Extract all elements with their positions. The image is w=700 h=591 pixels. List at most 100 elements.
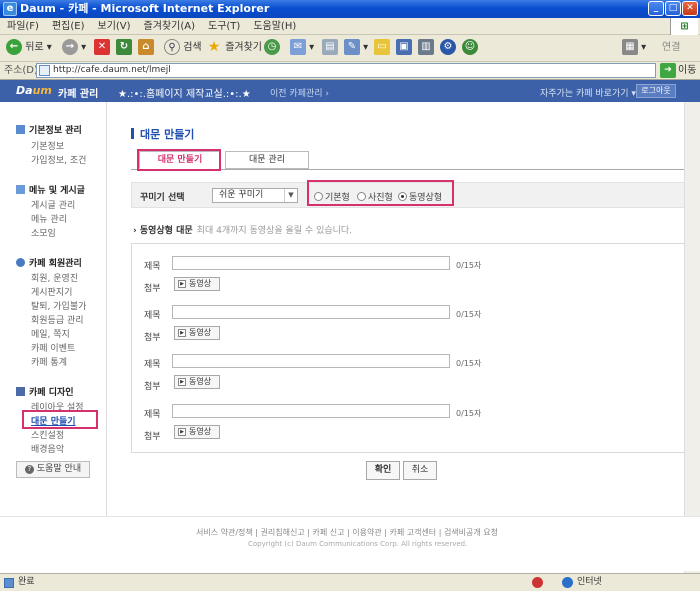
title-input-2[interactable] [172,305,450,319]
sidebar-section-members[interactable]: 카페 회원관리 [16,256,82,269]
menu-view[interactable]: 보기(V) [91,18,137,35]
video-button-4[interactable]: ▶ 동영상 [174,425,220,439]
daum-logo[interactable]: Daum [16,84,52,97]
sidebar-item-event[interactable]: 카페 이벤트 [31,341,75,354]
zone-label: 인터넷 [577,577,602,587]
play-icon: ▶ [178,378,186,386]
home-button[interactable]: ⌂ [138,39,154,59]
print-button[interactable]: ▤ [322,39,338,59]
gear-icon: ⚙ [440,39,456,55]
sidebar-item-stats[interactable]: 카페 통계 [31,355,67,368]
cafe-name[interactable]: ★.:•:.홈페이지 제작교실.:•:.★ [118,85,251,100]
edit-icon: ✎ [344,39,360,55]
cancel-button[interactable]: 취소 [403,461,437,480]
cafe-mgmt-title[interactable]: 카페 관리 [58,85,98,100]
char-count-3: 0/15자 [456,359,482,368]
people-icon: ☺ [462,39,478,55]
ok-button[interactable]: 확인 [366,461,400,480]
tab-manage-front[interactable]: 대문 관리 [225,151,309,169]
menu-file[interactable]: 파일(F) [0,18,45,35]
forward-button[interactable]: → ▾ [62,39,86,59]
forward-arrow-icon: → [62,39,78,55]
status-bar: 완료 인터넷 [0,573,700,591]
menu-tools[interactable]: 도구(T) [201,18,246,35]
toolbar: ← 뒤로 ▾ → ▾ ✕ ↻ ⌂ ⚲ 검색 ★ 즐겨찾기 ◷ ✉ ▾ ▤ ✎ ▾… [0,35,700,62]
title-input-3[interactable] [172,354,450,368]
print-icon: ▤ [322,39,338,55]
prev-mgmt-link[interactable]: 이전 카페관리 › [270,86,329,99]
star-icon: ★ [206,39,222,55]
members-icon [16,258,25,267]
help-icon: ? [24,465,34,474]
address-bar: 주소(D) http://cafe.daum.net/lmejl ➔ 이동 [0,62,700,80]
refresh-button[interactable]: ↻ [116,39,132,59]
popup-blocked-icon [532,577,543,588]
search-button[interactable]: ⚲ 검색 [164,39,202,59]
menu-help[interactable]: 도움말(H) [246,18,302,35]
menu-icon [16,185,25,194]
sidebar-section-design[interactable]: 카페 디자인 [16,385,74,398]
sidebar-item-subgroup[interactable]: 소모임 [31,226,56,239]
sidebar-section-basic[interactable]: 기본정보 관리 [16,123,82,136]
video-button-3[interactable]: ▶ 동영상 [174,375,220,389]
maximize-button[interactable]: □ [665,1,681,16]
sidebar-item-basic-info[interactable]: 기본정보 [31,139,64,152]
sidebar-item-withdraw[interactable]: 탈퇴, 가입불가 [31,299,86,312]
history-button[interactable]: ◷ [264,39,280,59]
stop-button[interactable]: ✕ [94,39,110,59]
back-button[interactable]: ← 뒤로 ▾ [6,39,52,59]
back-arrow-icon: ← [6,39,22,55]
footer-links[interactable]: 서비스 약관/정책 | 권리침해신고 | 카페 신고 | 이용약관 | 카페 고… [196,527,498,538]
highlight-radios [307,180,454,206]
settings-button[interactable]: ⚙ [440,39,456,59]
char-count-4: 0/15자 [456,409,482,418]
video-button-1[interactable]: ▶ 동영상 [174,277,220,291]
menu-favorites[interactable]: 즐겨찾기(A) [137,18,201,35]
page-title: 대문 만들기 [131,126,194,142]
refresh-icon: ↻ [116,39,132,55]
notes-button[interactable]: ▭ [374,39,390,59]
help-button[interactable]: ? 도움말 안내 [16,461,90,478]
video-button-2[interactable]: ▶ 동영상 [174,326,220,340]
close-button[interactable]: ✕ [682,1,698,16]
attach-label-2: 첨부 [144,333,161,343]
favorite-cafes-dropdown[interactable]: 자주가는 카페 바로가기 ▾ [540,86,636,99]
ie-icon: e [3,2,17,16]
vertical-scrollbar[interactable] [684,102,700,573]
copyright: Copyright (c) Daum Communications Corp. … [248,540,468,548]
sidebar-item-skin[interactable]: 스킨설정 [31,428,64,441]
sidebar-item-member-grade[interactable]: 회원등급 관리 [31,313,84,326]
menu-edit[interactable]: 편집(E) [45,18,91,35]
address-input[interactable]: http://cafe.daum.net/lmejl [36,63,656,78]
play-icon: ▶ [178,280,186,288]
favorites-button[interactable]: ★ 즐겨찾기 [206,39,262,59]
sidebar-item-board-keeper[interactable]: 게시판지기 [31,285,72,298]
status-text: 완료 [18,577,35,587]
sidebar-item-mail[interactable]: 메일, 쪽지 [31,327,70,340]
sidebar-section-menu[interactable]: 메뉴 및 게시글 [16,183,85,196]
char-count-2: 0/15자 [456,310,482,319]
title-input-4[interactable] [172,404,450,418]
edit-button[interactable]: ✎ ▾ [344,39,368,59]
sidebar-item-posts[interactable]: 게시글 관리 [31,198,75,211]
window-titlebar: e Daum - 카페 - Microsoft Internet Explore… [0,0,700,18]
sidebar-item-menu-mgmt[interactable]: 메뉴 관리 [31,212,67,225]
connect-tool-button[interactable]: ▦ ▾ [622,39,646,59]
connect-label[interactable]: 연결 [662,39,680,59]
people-button[interactable]: ☺ [462,39,478,59]
title-label-4: 제목 [144,410,161,420]
sidebar-item-join-info[interactable]: 가입정보, 조건 [31,153,86,166]
note-icon: ▭ [374,39,390,55]
mail-button[interactable]: ✉ ▾ [290,39,314,59]
sidebar-item-bgm[interactable]: 배경음악 [31,442,64,455]
go-arrow-icon[interactable]: ➔ [660,63,676,78]
sidebar-item-members[interactable]: 회원, 운영진 [31,271,78,284]
go-label[interactable]: 이동 [678,62,696,80]
messenger-button[interactable]: ▣ [396,39,412,59]
decor-select[interactable]: 쉬운 꾸미기 ▼ [212,188,298,203]
title-input-1[interactable] [172,256,450,270]
decor-label: 꾸미기 선택 [140,193,185,203]
research-button[interactable]: ▥ [418,39,434,59]
minimize-button[interactable]: _ [648,1,664,16]
logout-button[interactable]: 로그아웃 [636,84,676,98]
